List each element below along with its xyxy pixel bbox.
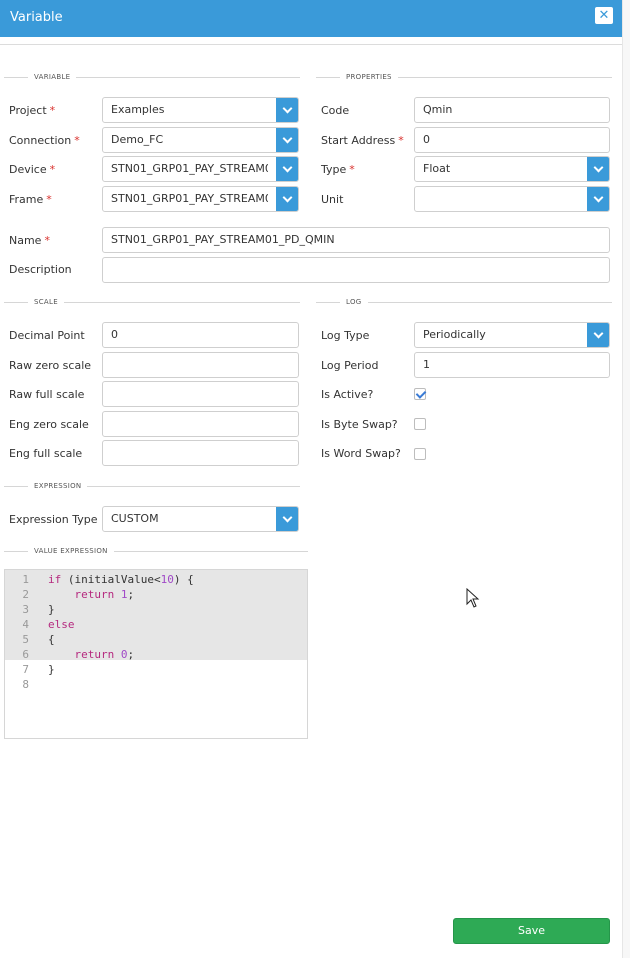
chevron-down-icon[interactable] [276, 507, 298, 531]
is-byte-swap-label: Is Byte Swap? [321, 418, 398, 431]
code-line[interactable]: 4 else [5, 617, 307, 632]
section-scale: SCALE [4, 296, 300, 308]
line-number: 3 [22, 603, 29, 616]
chevron-down-icon[interactable] [276, 128, 298, 152]
line-number: 6 [22, 648, 29, 661]
is-byte-swap-checkbox[interactable] [414, 418, 426, 430]
section-value-expression: VALUE EXPRESSION [4, 545, 308, 557]
section-label: PROPERTIES [340, 71, 398, 83]
section-label: LOG [340, 296, 368, 308]
expression-type-label: Expression Type [9, 513, 98, 526]
section-variable: VARIABLE [4, 71, 300, 83]
line-number: 4 [22, 618, 29, 631]
log-type-label: Log Type [321, 329, 370, 342]
close-icon: ✕ [598, 8, 610, 23]
description-field[interactable] [102, 257, 610, 283]
chevron-down-icon[interactable] [587, 157, 609, 181]
save-button[interactable]: Save [453, 918, 610, 944]
code-line[interactable]: 8 [5, 677, 307, 692]
eng-zero-scale-field[interactable] [102, 411, 299, 437]
code-line[interactable]: 2 return 1; [5, 587, 307, 602]
chevron-down-icon[interactable] [276, 157, 298, 181]
line-number: 5 [22, 633, 29, 646]
decimal-point-label: Decimal Point [9, 329, 85, 342]
type-select[interactable]: Float [414, 156, 610, 182]
code-text: if (initialValue<10) { [48, 573, 194, 586]
frame-select[interactable]: STN01_GRP01_PAY_STREAM01_ [102, 186, 299, 212]
description-label: Description [9, 263, 72, 276]
section-expression: EXPRESSION [4, 480, 300, 492]
code-text: { [48, 633, 55, 646]
is-active-checkbox[interactable] [414, 388, 426, 400]
code-line[interactable]: 5{ [5, 632, 307, 647]
chevron-down-icon[interactable] [587, 187, 609, 211]
eng-zero-scale-label: Eng zero scale [9, 418, 89, 431]
code-editor[interactable]: 1 if (initialValue<10) {2 return 1; 3} 4 els… [4, 569, 308, 739]
code-text: } [48, 603, 55, 616]
code-text: } [48, 663, 55, 676]
close-button[interactable]: ✕ [595, 7, 613, 24]
raw-full-scale-label: Raw full scale [9, 388, 85, 401]
code-text: return 1; [74, 588, 135, 601]
raw-zero-scale-field[interactable] [102, 352, 299, 378]
decimal-point-field[interactable]: 0 [102, 322, 299, 348]
is-active-label: Is Active? [321, 388, 374, 401]
log-period-label: Log Period [321, 359, 379, 372]
raw-zero-scale-label: Raw zero scale [9, 359, 92, 372]
project-label: Project * [9, 104, 56, 117]
is-word-swap-label: Is Word Swap? [321, 447, 401, 460]
section-label: VALUE EXPRESSION [28, 545, 114, 557]
titlebar-divider [0, 37, 630, 45]
code-text: return 0; [74, 648, 135, 661]
code-line[interactable]: 7} [5, 662, 307, 677]
type-label: Type * [321, 163, 355, 176]
code-line[interactable]: 6 return 0; [5, 647, 307, 662]
section-label: VARIABLE [28, 71, 77, 83]
is-word-swap-checkbox[interactable] [414, 448, 426, 460]
line-number: 7 [22, 663, 29, 676]
connection-label: Connection * [9, 134, 80, 147]
log-period-field[interactable]: 1 [414, 352, 610, 378]
line-number: 1 [22, 573, 29, 586]
code-field[interactable]: Qmin [414, 97, 610, 123]
dialog-title: Variable [10, 10, 63, 25]
name-label: Name * [9, 234, 50, 247]
code-text: else [48, 618, 75, 631]
raw-full-scale-field[interactable] [102, 381, 299, 407]
section-log: LOG [316, 296, 612, 308]
line-number: 2 [22, 588, 29, 601]
device-select[interactable]: STN01_GRP01_PAY_STREAM01_ [102, 156, 299, 182]
section-properties: PROPERTIES [316, 71, 612, 83]
unit-label: Unit [321, 193, 344, 206]
dialog-titlebar: Variable ✕ [0, 0, 622, 37]
scrollbar-track[interactable] [622, 0, 630, 958]
name-field[interactable]: STN01_GRP01_PAY_STREAM01_PD_QMIN [102, 227, 610, 253]
chevron-down-icon[interactable] [587, 323, 609, 347]
eng-full-scale-label: Eng full scale [9, 447, 83, 460]
section-label: SCALE [28, 296, 64, 308]
connection-select[interactable]: Demo_FC [102, 127, 299, 153]
start-address-field[interactable]: 0 [414, 127, 610, 153]
frame-label: Frame * [9, 193, 52, 206]
chevron-down-icon[interactable] [276, 187, 298, 211]
unit-select[interactable] [414, 186, 610, 212]
mouse-cursor-icon [466, 588, 480, 608]
start-address-label: Start Address * [321, 134, 404, 147]
expression-type-select[interactable]: CUSTOM [102, 506, 299, 532]
code-label: Code [321, 104, 350, 117]
device-label: Device * [9, 163, 56, 176]
eng-full-scale-field[interactable] [102, 440, 299, 466]
line-number: 8 [22, 678, 29, 691]
section-label: EXPRESSION [28, 480, 88, 492]
log-type-select[interactable]: Periodically [414, 322, 610, 348]
project-select[interactable]: Examples [102, 97, 299, 123]
code-line[interactable]: 1 if (initialValue<10) { [5, 572, 307, 587]
chevron-down-icon[interactable] [276, 98, 298, 122]
code-line[interactable]: 3} [5, 602, 307, 617]
